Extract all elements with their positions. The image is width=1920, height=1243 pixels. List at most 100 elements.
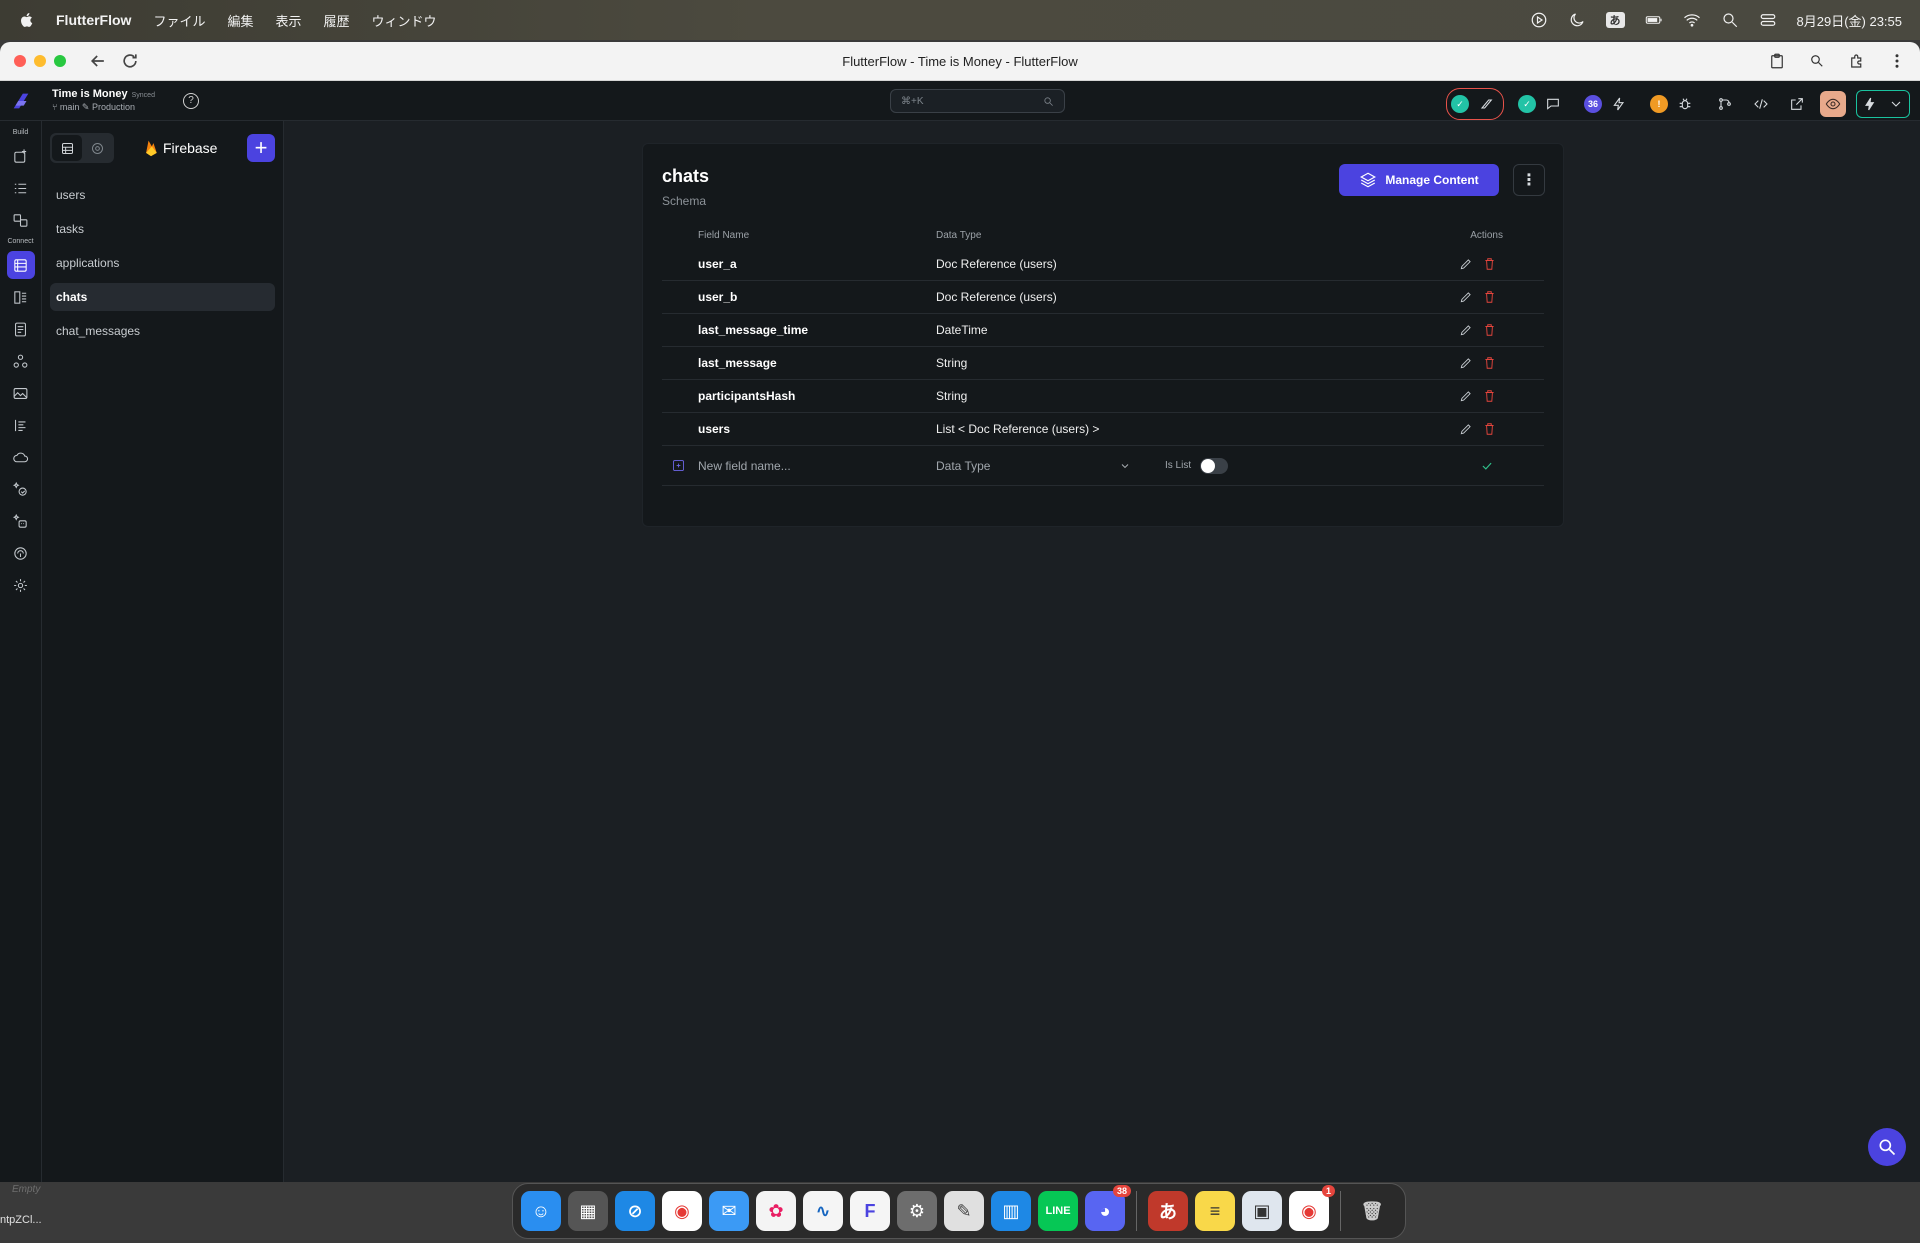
- new-field-name-input[interactable]: New field name...: [698, 459, 791, 473]
- edit-pencil-icon[interactable]: [1459, 323, 1473, 337]
- delete-trash-icon[interactable]: [1483, 422, 1496, 436]
- view-code-button[interactable]: [1748, 91, 1774, 117]
- flutterflow-app-icon[interactable]: F: [850, 1191, 890, 1231]
- battery-icon[interactable]: [1645, 11, 1663, 29]
- menu-edit[interactable]: 編集: [227, 11, 253, 30]
- minimize-window-button[interactable]: [34, 55, 46, 67]
- preview-button[interactable]: [1820, 91, 1846, 117]
- rail-integrations[interactable]: [7, 539, 35, 567]
- photos-app-icon[interactable]: ✿: [756, 1191, 796, 1231]
- delete-trash-icon[interactable]: [1483, 323, 1496, 337]
- rail-ai-gen[interactable]: [7, 507, 35, 535]
- freeform-app-icon[interactable]: ∿: [803, 1191, 843, 1231]
- zoom-window-button[interactable]: [54, 55, 66, 67]
- menu-app-name[interactable]: FlutterFlow: [56, 12, 131, 28]
- delete-trash-icon[interactable]: [1483, 290, 1496, 304]
- rail-app-state[interactable]: [7, 347, 35, 375]
- play-circle-icon[interactable]: [1530, 11, 1548, 29]
- is-list-toggle[interactable]: [1200, 457, 1228, 474]
- edit-pencil-icon[interactable]: [1459, 257, 1473, 271]
- rail-agents[interactable]: [7, 475, 35, 503]
- menu-history[interactable]: 履歴: [323, 11, 349, 30]
- rail-storyboard[interactable]: [7, 206, 35, 234]
- add-collection-button[interactable]: +: [247, 134, 275, 162]
- command-search-input[interactable]: ⌘+K: [890, 89, 1065, 113]
- more-options-button[interactable]: ⋮: [1513, 164, 1545, 196]
- extensions-icon[interactable]: [1848, 52, 1866, 70]
- run-options-button[interactable]: [1883, 91, 1909, 117]
- trash-app-icon[interactable]: 🗑: [1352, 1191, 1392, 1231]
- preview-app-icon[interactable]: ▣: [1242, 1191, 1282, 1231]
- lightning-button[interactable]: [1606, 91, 1632, 117]
- help-icon[interactable]: ?: [182, 92, 199, 109]
- delete-trash-icon[interactable]: [1483, 356, 1496, 370]
- rail-settings[interactable]: [7, 571, 35, 599]
- control-center-icon[interactable]: [1759, 11, 1777, 29]
- branching-button[interactable]: [1712, 91, 1738, 117]
- search-fab-button[interactable]: [1868, 1128, 1906, 1166]
- close-window-button[interactable]: [14, 55, 26, 67]
- debug-button[interactable]: [1672, 91, 1698, 117]
- edit-pencil-icon[interactable]: [1459, 422, 1473, 436]
- reload-icon[interactable]: [120, 51, 140, 71]
- delete-trash-icon[interactable]: [1483, 389, 1496, 403]
- collection-item-applications[interactable]: applications: [50, 249, 275, 277]
- system-settings-app-icon[interactable]: ⚙: [897, 1191, 937, 1231]
- firestore-settings-tab[interactable]: [82, 135, 112, 161]
- collection-item-tasks[interactable]: tasks: [50, 215, 275, 243]
- confirm-check-icon[interactable]: [1480, 459, 1494, 473]
- rail-custom-code[interactable]: [7, 411, 35, 439]
- collection-item-users[interactable]: users: [50, 181, 275, 209]
- collection-item-chats[interactable]: chats: [50, 283, 275, 311]
- menu-window[interactable]: ウィンドウ: [372, 11, 437, 30]
- project-checks-group[interactable]: ✓: [1446, 88, 1504, 120]
- menu-view[interactable]: 表示: [275, 11, 301, 30]
- rail-api-calls[interactable]: [7, 315, 35, 343]
- debug-group[interactable]: !: [1646, 89, 1702, 119]
- data-type-select[interactable]: Data Type: [936, 459, 1131, 473]
- notes-app-icon[interactable]: ≡: [1195, 1191, 1235, 1231]
- desktop-file-label[interactable]: ntpZCl...: [0, 1214, 42, 1226]
- discord-app-icon[interactable]: ◕ 38: [1085, 1185, 1131, 1231]
- launchpad-app-icon[interactable]: ▦: [568, 1191, 608, 1231]
- japanese-input-app-icon[interactable]: あ: [1148, 1191, 1188, 1231]
- clipboard-icon[interactable]: [1768, 52, 1786, 70]
- collab-group[interactable]: ✓: [1514, 89, 1570, 119]
- edit-pencil-icon[interactable]: [1459, 356, 1473, 370]
- project-info[interactable]: Time is Money Synced ⑂ main ✎ Production: [52, 88, 155, 113]
- rail-widget-tree[interactable]: [7, 174, 35, 202]
- manage-content-button[interactable]: Manage Content: [1339, 164, 1499, 196]
- collection-item-chat-messages[interactable]: chat_messages: [50, 317, 275, 345]
- finder-app-icon[interactable]: ☺: [521, 1191, 561, 1231]
- rail-firestore[interactable]: [6, 251, 35, 279]
- back-arrow-icon[interactable]: [88, 51, 108, 71]
- apple-icon[interactable]: [18, 11, 36, 29]
- share-button[interactable]: [1784, 91, 1810, 117]
- safari-app-icon[interactable]: ⊘: [615, 1191, 655, 1231]
- flutterflow-tools-button[interactable]: [1473, 91, 1499, 117]
- more-vertical-icon[interactable]: [1888, 52, 1906, 70]
- edit-pencil-icon[interactable]: [1459, 389, 1473, 403]
- wifi-icon[interactable]: [1683, 11, 1701, 29]
- spotlight-search-icon[interactable]: [1721, 11, 1739, 29]
- rail-media-assets[interactable]: [7, 379, 35, 407]
- zoom-icon[interactable]: [1808, 52, 1826, 70]
- comments-button[interactable]: [1540, 91, 1566, 117]
- mail-app-icon[interactable]: ✉: [709, 1191, 749, 1231]
- clock[interactable]: 8月29日(金) 23:55: [1797, 11, 1903, 30]
- chrome-profile-app-icon[interactable]: ◉ 1: [1289, 1185, 1335, 1231]
- edit-pencil-icon[interactable]: [1459, 290, 1473, 304]
- moon-icon[interactable]: [1568, 11, 1586, 29]
- input-method-indicator[interactable]: あ: [1605, 12, 1625, 28]
- chrome-app-icon[interactable]: ◉: [662, 1191, 702, 1231]
- menu-file[interactable]: ファイル: [153, 11, 205, 30]
- delete-trash-icon[interactable]: [1483, 257, 1496, 271]
- line-app-icon[interactable]: LINE: [1038, 1191, 1078, 1231]
- rail-page-selector[interactable]: [7, 142, 35, 170]
- rail-schema[interactable]: [7, 283, 35, 311]
- notes-pencil-app-icon[interactable]: ✎: [944, 1191, 984, 1231]
- flutterflow-logo[interactable]: [0, 90, 42, 112]
- trello-app-icon[interactable]: ▥: [991, 1191, 1031, 1231]
- run-button[interactable]: [1857, 91, 1883, 117]
- rail-cloud-functions[interactable]: [7, 443, 35, 471]
